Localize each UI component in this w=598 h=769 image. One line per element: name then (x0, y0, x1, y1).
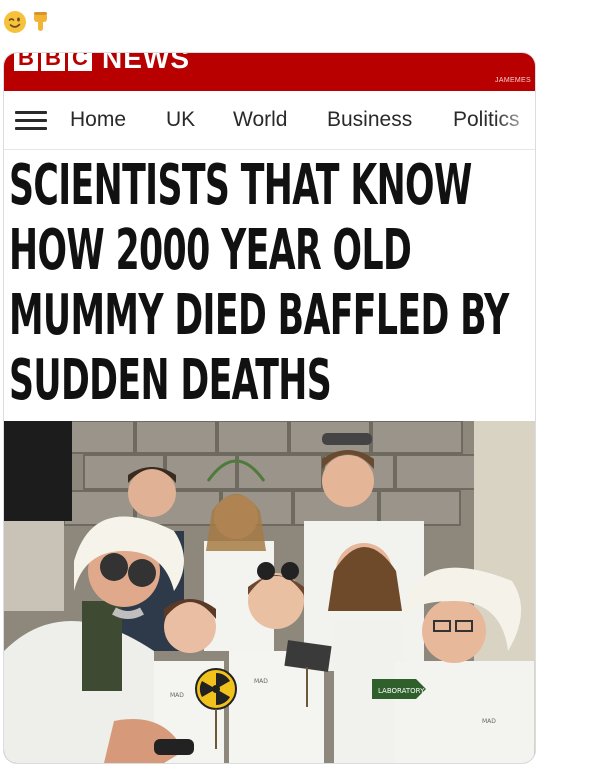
headline-line: SUDDEN DEATHS (9, 348, 332, 413)
bbc-header-bar: B B C NEWS JAMEMES (4, 53, 535, 91)
bbc-logo[interactable]: B B C (14, 53, 92, 71)
person-front-right-wig (394, 567, 534, 763)
bbc-news-wordmark: NEWS (102, 53, 190, 74)
watermark-text: JAMEMES (495, 77, 531, 84)
bbc-logo-letter: B (41, 53, 65, 71)
badge-text: MAD (254, 678, 268, 685)
person-front-middle-right (328, 543, 404, 763)
arrow-sign-text: LABORATORY (378, 687, 425, 695)
nav-scroll-fade (495, 91, 535, 149)
headline-line: MUMMY DIED BAFFLED BY (9, 283, 509, 348)
bbc-logo-letter: C (68, 53, 92, 71)
article-photo[interactable]: LABORATORY MAD MAD MAD (4, 421, 535, 763)
hamburger-menu-icon[interactable] (15, 111, 47, 131)
laboratory-arrow-sign-prop: LABORATORY (372, 679, 426, 699)
nav-item-home[interactable]: Home (70, 108, 126, 132)
pointing-down-hand-icon (29, 10, 53, 34)
winking-face-icon (3, 10, 27, 34)
headline-line: SCIENTISTS THAT KNOW (9, 153, 472, 218)
badge-text: MAD (482, 718, 496, 725)
nav-item-uk[interactable]: UK (166, 108, 195, 132)
nav-bar: Home UK World Business Politics (4, 91, 535, 150)
nav-item-business[interactable]: Business (327, 108, 412, 132)
news-screenshot-card[interactable]: B B C NEWS JAMEMES Home UK World Busines… (3, 52, 536, 764)
tweet-emoji-row (3, 8, 53, 36)
article-headline: SCIENTISTS THAT KNOW HOW 2000 YEAR OLD M… (9, 153, 509, 413)
nav-item-world[interactable]: World (233, 108, 287, 132)
bbc-logo-letter: B (14, 53, 38, 71)
headline-line: HOW 2000 YEAR OLD (9, 218, 412, 283)
badge-text: MAD (170, 692, 184, 699)
